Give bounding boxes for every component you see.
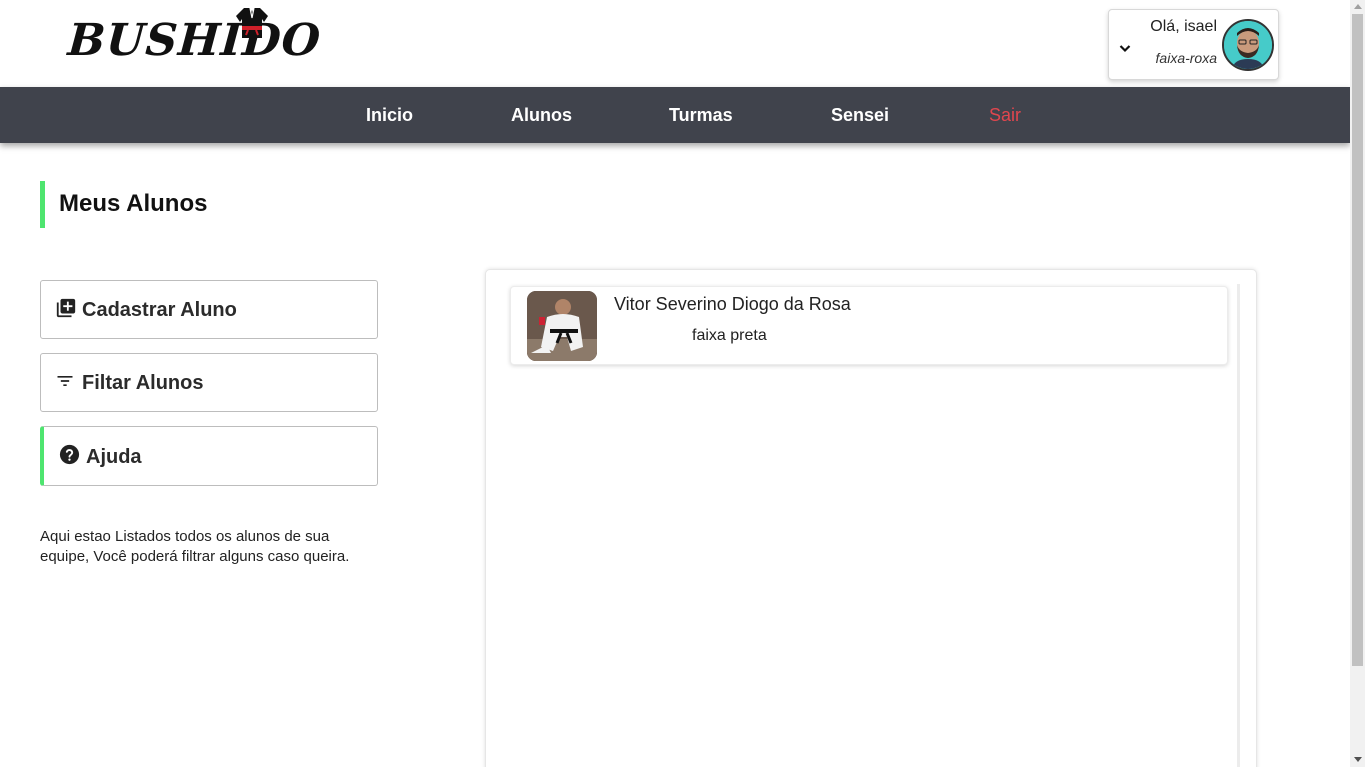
page: Bushido Olá, isael faixa-roxa [0,0,1365,767]
app-header: Bushido Olá, isael faixa-roxa [0,0,1350,87]
student-card[interactable]: Vitor Severino Diogo da Rosa faixa preta [510,286,1228,365]
scroll-down-icon[interactable] [1354,757,1362,762]
chevron-down-icon [1119,45,1131,53]
kimono-icon [236,7,268,38]
filter-icon [57,376,73,386]
nav-item-inicio[interactable]: Inicio [366,87,413,143]
student-photo [527,291,597,361]
avatar[interactable] [1222,19,1274,71]
help-button[interactable]: Ajuda [40,426,378,486]
user-photo [1224,21,1272,69]
register-student-button[interactable]: Cadastrar Aluno [40,280,378,339]
register-student-label: Cadastrar Aluno [82,299,237,321]
user-menu[interactable]: Olá, isael faixa-roxa [1108,9,1279,80]
add-box-icon [56,298,76,318]
nav-item-turmas[interactable]: Turmas [669,87,733,143]
nav-item-sensei[interactable]: Sensei [831,87,889,143]
help-text: Aqui estao Listados todos os alunos de s… [40,528,350,565]
student-belt: faixa preta [692,327,767,344]
filter-students-label: Filtar Alunos [82,372,204,394]
nav-item-alunos[interactable]: Alunos [511,87,572,143]
nav-item-sair[interactable]: Sair [989,87,1021,143]
main-nav: Inicio Alunos Turmas Sensei Sair [0,87,1350,143]
help-label: Ajuda [86,446,142,468]
filter-students-button[interactable]: Filtar Alunos [40,353,378,412]
page-title: Meus Alunos [40,181,207,228]
scroll-thumb[interactable] [1352,14,1363,666]
brand-logo[interactable]: Bushido [66,6,323,70]
panel-divider [1237,284,1240,767]
user-belt: faixa-roxa [1155,50,1217,66]
page-scrollbar[interactable] [1350,0,1365,767]
help-icon [59,444,80,465]
user-greeting: Olá, isael [1150,18,1217,35]
brand-name: Bushido [66,15,323,66]
scroll-up-icon[interactable] [1354,4,1362,9]
student-name: Vitor Severino Diogo da Rosa [614,294,851,314]
